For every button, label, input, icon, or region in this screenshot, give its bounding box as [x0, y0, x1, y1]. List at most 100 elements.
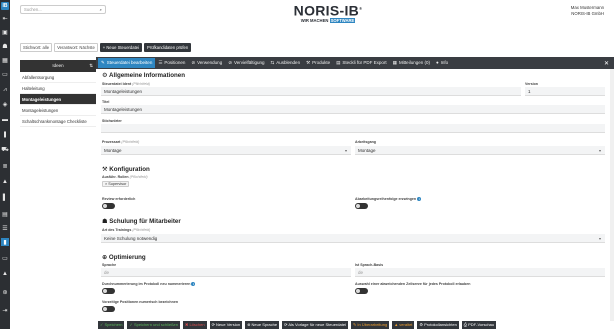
tab-usage[interactable]: ⊘ Verwendung	[188, 58, 225, 68]
training-type-text: Art des Trainings	[102, 228, 132, 232]
review-label: Review erforderlich	[102, 197, 136, 201]
title-label: Titel	[102, 100, 110, 104]
tab-edit[interactable]: ✎ Steuerdatei bearbeiten	[98, 58, 156, 68]
version-field[interactable]: 1	[525, 87, 605, 96]
tab-duplicate[interactable]: ⊘ Vervielfältigung	[225, 58, 267, 68]
search-placeholder: Suchen...	[24, 7, 42, 12]
list-item-selected[interactable]: Montageleistungen	[20, 94, 96, 105]
obsolete-button[interactable]: ▲ veraltet	[392, 321, 415, 329]
ident-label: Steuerdatei Ident (Pflichtfeld)	[102, 82, 150, 86]
person-icon[interactable]: ☗	[1, 42, 9, 50]
chart-icon[interactable]: ⩘	[1, 86, 9, 94]
role-tag[interactable]: × Supervisor	[102, 181, 130, 187]
save-close-button[interactable]: ✓ Speichern und schließen	[127, 321, 180, 329]
responsible-filter[interactable]: Verantwort: Nächste	[54, 43, 98, 52]
close-icon[interactable]: ✕	[604, 60, 609, 67]
info-icon: ●	[435, 60, 439, 65]
renumber-label-text: Durchnummerierung im Protokoll neu numme…	[102, 282, 191, 286]
list-item[interactable]: Abfallentsorgung	[20, 72, 96, 83]
new-version-button[interactable]: ⟳ Neue Version	[209, 321, 243, 329]
tab-pdf-export[interactable]: ▤ Steckli für PDF Export	[333, 58, 390, 68]
brand-name: NORIS-IB	[293, 2, 360, 19]
logout-icon[interactable]: ⇥	[1, 306, 9, 314]
shield-icon[interactable]: ▲	[1, 178, 9, 186]
box-icon[interactable]: ▣	[1, 28, 9, 36]
order-label-text: Abarbeitungsreihenfolge erzwingen	[355, 197, 417, 201]
grid-icon[interactable]: ▦	[1, 56, 9, 64]
user-info[interactable]: Max Mustermann NORIS-IB GmbH	[571, 5, 604, 17]
tab-positions[interactable]: ☰ Positionen	[155, 58, 188, 68]
tab-hide[interactable]: ⇆ Ausblenden	[268, 58, 304, 68]
training-type-value: Keine Schulung notwendig	[104, 236, 158, 241]
list-header[interactable]: Ideen ⇅	[20, 60, 96, 72]
list-icon[interactable]: ☰	[1, 224, 9, 232]
work-step-label: Arbeitsgang	[355, 140, 376, 144]
search-icon[interactable]: ⌕	[100, 6, 102, 13]
base-language-field[interactable]: de	[355, 268, 605, 277]
ident-field[interactable]: Montageleistungen	[101, 87, 521, 96]
lock-icon[interactable]: ▲	[1, 270, 9, 278]
form-scrollbar[interactable]	[610, 69, 614, 321]
section-general-label: Allgemeine Informationen	[109, 72, 186, 79]
keywords-field[interactable]	[101, 124, 605, 133]
base-language-label: Ist Sprach-Basis	[355, 263, 384, 267]
work-step-select[interactable]: Montage ▾	[355, 146, 605, 155]
cap-icon[interactable]: ◈	[1, 100, 9, 108]
pdf-preview-button[interactable]: ⎙ PDF-Vorschau	[461, 321, 497, 329]
monitor-icon[interactable]: ▭	[1, 70, 9, 78]
new-control-file-button[interactable]: + Neue Steuerdatei	[99, 43, 142, 52]
tab-messages[interactable]: ▦ Mitteilungen (0)	[390, 58, 433, 68]
cart-icon[interactable]: ⛟	[1, 146, 9, 154]
tab-label: Info	[440, 60, 449, 65]
review-toggle[interactable]	[102, 203, 115, 209]
language-field[interactable]: de	[101, 268, 351, 277]
order-label: Abarbeitungsreihenfolge erzwingen i	[355, 197, 422, 202]
in-revision-button[interactable]: ✎ In Überarbeitung	[350, 321, 390, 329]
search-input[interactable]: Suchen... ⌕	[20, 5, 106, 14]
bar-icon[interactable]: ▌	[1, 194, 9, 202]
book-icon[interactable]: ❚	[1, 130, 9, 138]
arrow-icon[interactable]: ⇤	[1, 14, 9, 22]
tab-label: Positionen	[164, 60, 186, 65]
check-candidates-button[interactable]: Prüfkandidaten prüfen	[144, 43, 192, 52]
info-icon[interactable]: i	[191, 282, 196, 287]
list-icon: ☰	[158, 60, 163, 65]
renumber-label: Durchnummerierung im Protokoll neu numme…	[102, 282, 196, 287]
window-icon[interactable]: ▭	[1, 254, 9, 262]
section-config-title: ⚒ Konfiguration	[102, 166, 150, 173]
list-item[interactable]: Halteleitung	[20, 83, 96, 94]
renumber-toggle[interactable]	[102, 288, 115, 294]
required-hint: (Pflichtfeld)	[129, 175, 148, 179]
as-template-button[interactable]: ⟳ Als Vorlage für neue Steuerdatei	[282, 321, 348, 329]
alt-column-label: Auswahl einer abweichenden Zeilsenre für…	[355, 282, 471, 286]
order-toggle[interactable]	[355, 203, 368, 209]
info-icon[interactable]: i	[417, 197, 422, 202]
delete-button[interactable]: ✖ Löschen	[182, 321, 207, 329]
list-item[interactable]: Montageleistungen	[20, 105, 96, 116]
new-language-button[interactable]: ⊕ Neue Sprache	[245, 321, 280, 329]
edit-form: ⚙ Allgemeine Informationen Steuerdatei I…	[96, 69, 610, 317]
edit-icon: ✎	[101, 60, 105, 65]
app-logo[interactable]: IB	[1, 2, 9, 10]
tab-label: Verwendung	[197, 60, 223, 65]
tab-info[interactable]: ● Info	[433, 58, 451, 68]
list-item[interactable]: Schaltschrankmontage Checkliste	[20, 116, 96, 127]
alt-column-toggle[interactable]	[355, 288, 368, 294]
protocol-views-button[interactable]: ⚙ Protokollansichten	[417, 321, 459, 329]
process-type-select[interactable]: Montage ▾	[101, 146, 351, 155]
page-icon[interactable]: ▮	[1, 238, 9, 246]
help-icon[interactable]: ⊛	[1, 288, 9, 296]
action-bar: ✓ Speichern ✓ Speichern und schließen ✖ …	[96, 321, 614, 329]
ident-label-text: Steuerdatei Ident	[102, 82, 132, 86]
sort-icon[interactable]: ⇅	[89, 60, 93, 72]
numeric-positions-toggle[interactable]	[102, 306, 115, 312]
title-field[interactable]: Montageleistungen	[101, 105, 605, 114]
tab-products[interactable]: ⚒ Produkte	[303, 58, 333, 68]
status-filter[interactable]: Stichwort: alle	[20, 43, 53, 52]
save-button[interactable]: ✓ Speichern	[98, 321, 125, 329]
stack-icon[interactable]: ▤	[1, 210, 9, 218]
folder-icon[interactable]: ▬	[1, 116, 9, 124]
chevron-down-icon: ▾	[598, 148, 601, 153]
training-type-select[interactable]: Keine Schulung notwendig ▾	[101, 234, 605, 243]
doc-icon[interactable]: ≣	[1, 162, 9, 170]
